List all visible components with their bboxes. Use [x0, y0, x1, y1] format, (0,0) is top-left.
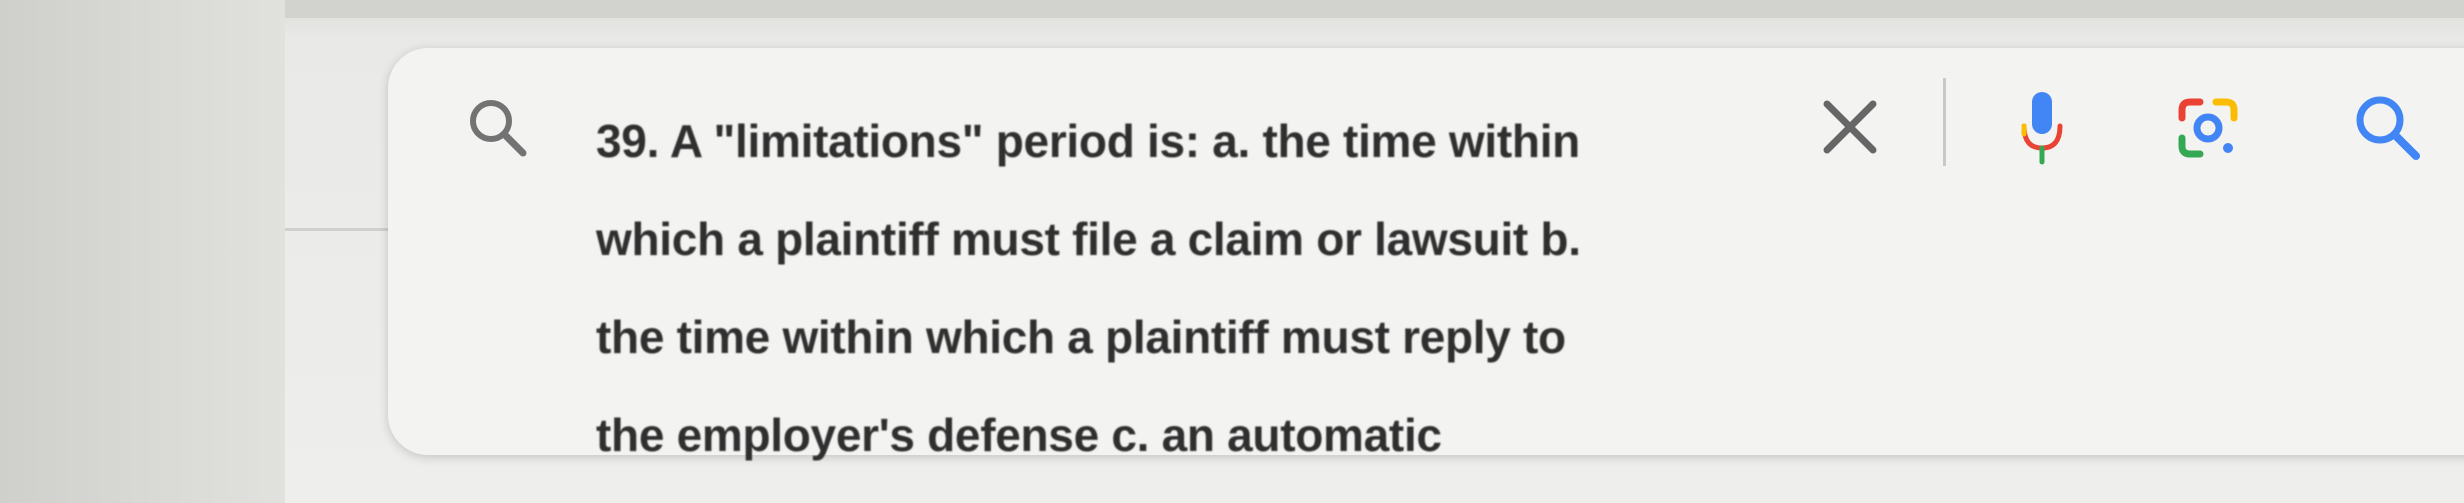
search-icon [2356, 96, 2420, 160]
query-line: which a plaintiff must file a claim or l… [596, 213, 1581, 265]
voice-search-button[interactable] [2012, 82, 2072, 172]
query-line: the time within which a plaintiff must r… [596, 311, 1566, 363]
close-icon [1823, 100, 1877, 154]
query-line: the employer's defense c. an automatic [596, 409, 1442, 461]
screen-bezel [0, 0, 285, 503]
page-rule [285, 228, 395, 231]
query-line: 39. A "limitations" period is: a. the ti… [596, 115, 1580, 167]
toolbar-divider [1943, 78, 1946, 166]
top-edge-strip [285, 0, 2464, 18]
search-input[interactable]: 39. A "limitations" period is: a. the ti… [596, 92, 1776, 484]
search-submit-button[interactable] [2350, 90, 2426, 166]
search-icon [465, 95, 531, 161]
image-search-button[interactable] [2168, 88, 2248, 168]
microphone-icon [2021, 92, 2063, 165]
clear-button[interactable] [1815, 92, 1885, 162]
google-lens-icon [2178, 98, 2238, 158]
